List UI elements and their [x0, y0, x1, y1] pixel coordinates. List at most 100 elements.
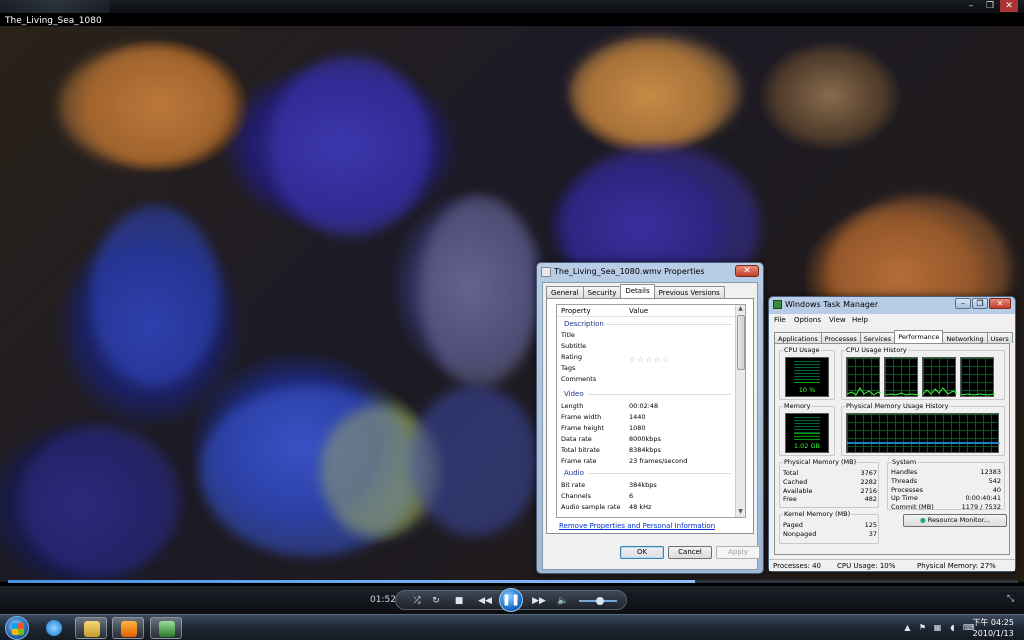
property-row[interactable]: Rating — [561, 353, 582, 361]
details-panel: Property Value Description Title Subtitle… — [546, 298, 754, 534]
memory-meter: 1.02 GB — [785, 413, 829, 453]
menu-file[interactable]: File — [774, 316, 786, 324]
status-processes: Processes: 40 — [773, 562, 821, 570]
clam-grey — [420, 196, 540, 386]
maximize-button[interactable]: ❐ — [981, 0, 999, 12]
property-row[interactable]: Channels 6 — [561, 492, 633, 500]
rating-stars[interactable]: ☆☆☆☆☆ — [629, 355, 670, 364]
tab-security[interactable]: Security — [582, 286, 622, 298]
apply-button[interactable]: Apply — [716, 546, 760, 559]
resource-monitor-button[interactable]: ● Resource Monitor... — [903, 514, 1007, 527]
previous-icon[interactable]: ◀◀ — [478, 594, 492, 608]
taskbar-media-player[interactable] — [112, 617, 144, 639]
scroll-up-icon[interactable]: ▲ — [736, 305, 745, 314]
cancel-button[interactable]: Cancel — [668, 546, 712, 559]
tab-users[interactable]: Users — [986, 332, 1013, 343]
taskbar-explorer[interactable] — [75, 617, 107, 639]
volume-icon[interactable]: 🔈 — [556, 594, 570, 608]
property-row[interactable]: Bit rate 384kbps — [561, 481, 657, 489]
show-hidden-icons-icon[interactable]: ▲ — [903, 623, 912, 632]
flag-icon[interactable]: ⚑ — [918, 623, 927, 632]
property-row[interactable]: Tags — [561, 364, 575, 372]
property-value: 8384kbps — [629, 446, 661, 454]
property-row[interactable]: Total bitrate 8384kbps — [561, 446, 661, 454]
column-value[interactable]: Value — [629, 307, 648, 315]
memory-label: Memory — [783, 402, 812, 410]
properties-dialog: The_Living_Sea_1080.wmv Properties ✕ Gen… — [536, 262, 764, 574]
network-icon[interactable]: ▦ — [933, 623, 942, 632]
menu-options[interactable]: Options — [794, 316, 821, 324]
scroll-thumb[interactable] — [737, 315, 745, 370]
tm-close-button[interactable]: ✕ — [989, 298, 1011, 309]
tab-processes[interactable]: Processes — [820, 332, 861, 343]
stop-icon[interactable]: ■ — [452, 594, 466, 608]
property-row[interactable]: Frame width 1440 — [561, 413, 646, 421]
close-button[interactable]: ✕ — [1000, 0, 1018, 12]
property-row[interactable]: Frame rate 23 frames/second — [561, 457, 687, 465]
coral-orange — [60, 46, 230, 166]
property-row[interactable]: Audio sample rate 48 kHz — [561, 503, 651, 511]
physical-memory-group: Physical Memory (MB) Total 3767 Cached 2282… — [779, 458, 879, 508]
speaker-icon[interactable]: ◖ — [948, 623, 957, 632]
physical-memory-table: Total 3767 Cached 2282 Available 2716 Free 482 — [783, 469, 877, 504]
property-value: 1440 — [629, 413, 646, 421]
repeat-icon[interactable]: ↻ — [429, 594, 443, 608]
stat-name: Commit (MB) — [891, 503, 934, 512]
tab-general[interactable]: General — [546, 286, 584, 298]
details-list: Property Value Description Title Subtitle… — [556, 304, 746, 518]
volume-knob[interactable] — [596, 597, 604, 605]
property-row[interactable]: Data rate 8000kbps — [561, 435, 661, 443]
tab-performance[interactable]: Performance — [894, 330, 944, 343]
keyboard-icon[interactable]: ⌨ — [963, 623, 975, 632]
task-manager-icon — [159, 621, 175, 637]
stat-value: 3767 — [860, 469, 877, 477]
tab-networking[interactable]: Networking — [942, 332, 988, 343]
minimize-button[interactable]: – — [962, 0, 980, 12]
pause-button[interactable]: ❚❚ — [499, 588, 523, 612]
property-row[interactable]: Comments — [561, 375, 596, 383]
player-controls: 01:52 ⤮ ↻ ■ ◀◀ ❚❚ ▶▶ 🔈 ⤡ — [0, 586, 1024, 614]
remove-properties-link[interactable]: Remove Properties and Personal Informati… — [559, 522, 715, 530]
tab-previous-versions[interactable]: Previous Versions — [653, 286, 725, 298]
stat-value: 2282 — [860, 477, 877, 486]
tab-details[interactable]: Details — [620, 284, 655, 298]
stat-name: Handles — [891, 468, 918, 476]
shuffle-icon[interactable]: ⤮ — [410, 594, 424, 608]
task-manager-window: Windows Task Manager – ❐ ✕ File Options … — [768, 296, 1016, 572]
status-cpu: CPU Usage: 10% — [837, 562, 896, 570]
tm-maximize-button[interactable]: ❐ — [972, 298, 988, 309]
next-icon[interactable]: ▶▶ — [532, 594, 546, 608]
taskbar-task-manager[interactable] — [150, 617, 182, 639]
file-icon — [541, 267, 551, 277]
property-row[interactable]: Title — [561, 331, 575, 339]
seek-bar[interactable] — [8, 580, 1018, 583]
switch-to-library-icon[interactable]: ⤡ — [1007, 594, 1018, 605]
performance-panel: CPU Usage 10 % CPU Usage History Memory — [774, 343, 1010, 555]
cpu-core-line — [960, 393, 996, 396]
section-rule — [588, 394, 731, 395]
property-row[interactable]: Frame height 1080 — [561, 424, 646, 432]
section-rule — [606, 324, 731, 325]
ok-button[interactable]: OK — [620, 546, 664, 559]
property-row[interactable]: Length 00:02:48 — [561, 402, 658, 410]
menu-view[interactable]: View — [829, 316, 846, 324]
dialog-close-button[interactable]: ✕ — [735, 265, 759, 277]
coral-orange — [570, 36, 740, 146]
column-property[interactable]: Property — [561, 307, 591, 315]
memory-history-group: Physical Memory Usage History — [841, 402, 1005, 456]
taskbar: ▲ ⚑ ▦ ◖ ⌨ 下午 04:25 2010/1/13 — [0, 614, 1024, 640]
property-name: Rating — [561, 353, 582, 361]
tab-applications[interactable]: Applications — [774, 332, 822, 343]
taskbar-clock[interactable]: 下午 04:25 2010/1/13 — [972, 617, 1014, 639]
tab-services[interactable]: Services — [859, 332, 896, 343]
cpu-core-graph — [922, 357, 958, 397]
section-video: Video — [564, 390, 731, 398]
menu-help[interactable]: Help — [852, 316, 868, 324]
start-button[interactable] — [5, 616, 29, 640]
list-scrollbar[interactable]: ▲ ▼ — [735, 305, 745, 517]
property-row[interactable]: Subtitle — [561, 342, 586, 350]
stat-value: 12383 — [980, 468, 1001, 476]
scroll-down-icon[interactable]: ▼ — [736, 508, 745, 517]
taskbar-ie[interactable] — [38, 617, 70, 639]
tm-minimize-button[interactable]: – — [955, 298, 971, 309]
